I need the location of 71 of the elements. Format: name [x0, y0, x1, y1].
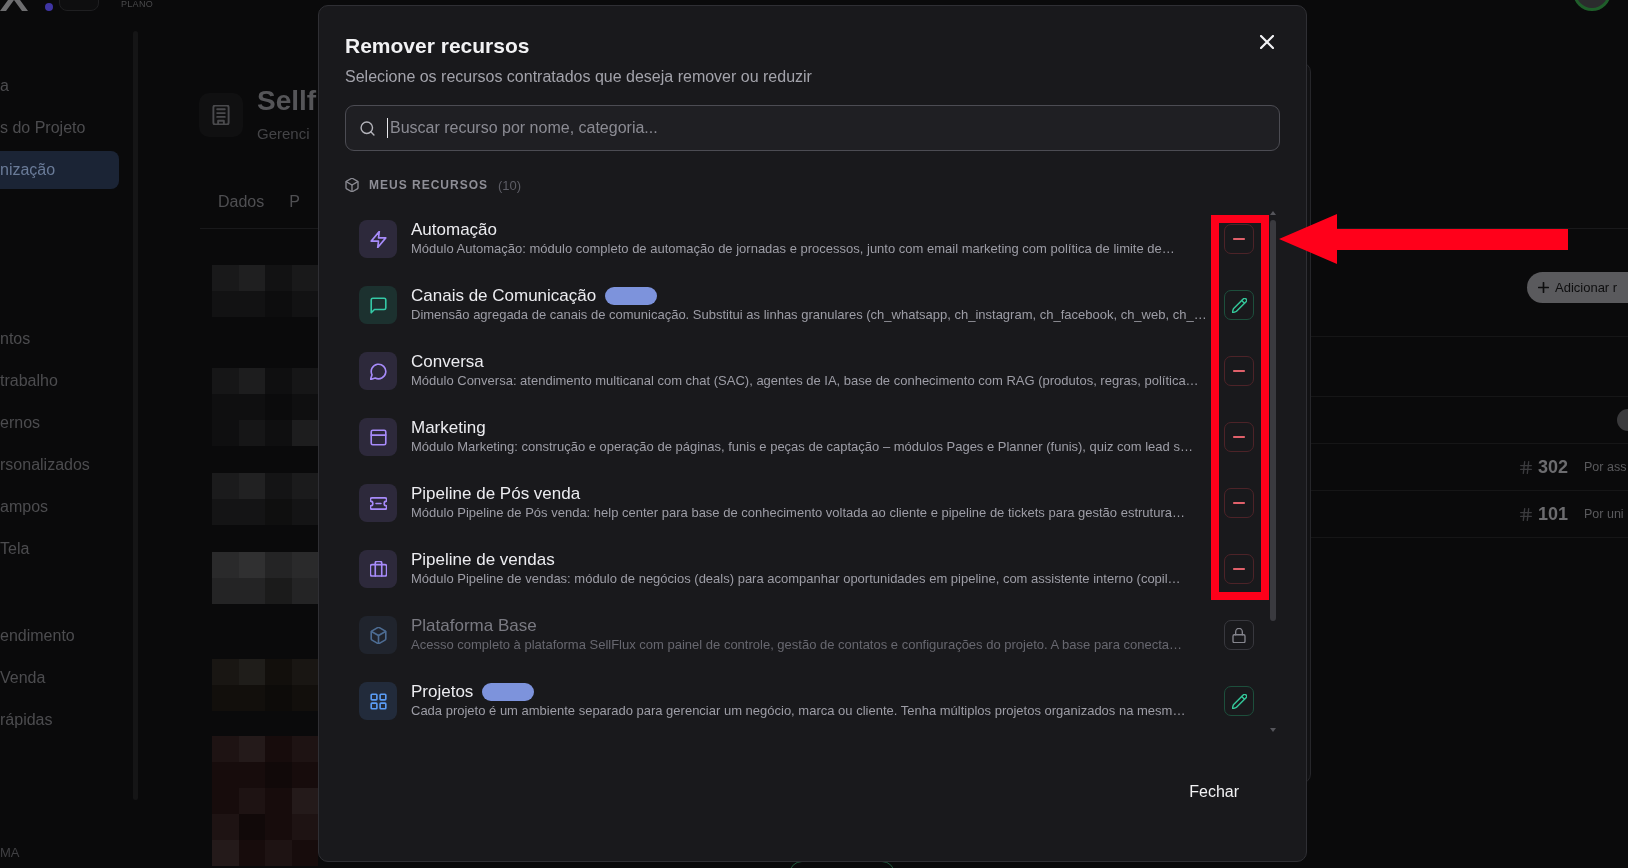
minus-icon — [1233, 436, 1245, 438]
sidebar-item[interactable]: ntos — [0, 320, 119, 358]
resource-description: Cada projeto é um ambiente separado para gerenciar um negócio, marca ou cliente. Tenha múltiplos projetos organizados na mesm… — [411, 702, 1187, 720]
count-value: 302 — [1537, 456, 1568, 478]
sidebar-item[interactable]: a — [0, 67, 119, 105]
dialog-subtitle: Selecione os recursos contratados que deseja remover ou reduzir — [345, 67, 813, 87]
tab[interactable]: Dados — [200, 182, 283, 228]
resource-name: Pipeline de Pós venda — [411, 484, 581, 504]
resource-name: Projetos — [411, 682, 474, 702]
resource-description: Módulo Pipeline de Pós venda: help center para base de conhecimento voltada ao cliente e pipeline de tickets para gestão estrutura… — [411, 504, 1186, 522]
sidebar-item[interactable]: s do Projeto — [0, 109, 119, 147]
row-label: Por ass — [1584, 460, 1627, 474]
pencil-icon — [1231, 297, 1247, 313]
tab[interactable]: P — [289, 182, 318, 228]
page-subtitle: Gerenci — [257, 124, 311, 144]
sidebar-item[interactable]: rápidas — [0, 701, 119, 739]
minus-icon — [1233, 370, 1245, 372]
edit-button[interactable] — [1224, 686, 1254, 716]
sidebar-item[interactable]: Tela — [0, 530, 119, 568]
close-text-button[interactable]: Fechar — [1173, 774, 1255, 810]
resource-description: Dimensão agregada de canais de comunicação. Substitui as linhas granulares (ch_whatsapp, ch_instagram, ch_facebook, ch_web, ch_… — [411, 306, 1208, 324]
sidebar-item[interactable]: ampos — [0, 488, 119, 526]
resource-description: Módulo Pipeline de vendas: módulo de negócios (deals) para acompanhar oportunidades em pipeline, com assistente interno (copil… — [411, 570, 1182, 588]
section-title: MEUS RECURSOS — [369, 178, 488, 192]
remove-button[interactable] — [1224, 224, 1254, 254]
add-button[interactable]: Adicionar r — [1527, 272, 1628, 303]
sidebar-item[interactable]: Venda — [0, 659, 119, 697]
resource-name: Marketing — [411, 418, 486, 438]
text-cursor — [387, 118, 388, 138]
minus-icon — [1233, 568, 1245, 570]
minus-icon — [1233, 238, 1245, 240]
minus-icon — [1233, 502, 1245, 504]
plan-label: PLANO — [121, 0, 153, 9]
pencil-icon — [1231, 693, 1247, 709]
resource-name: Automação — [411, 220, 497, 240]
remove-button[interactable] — [1224, 422, 1254, 452]
edit-button[interactable] — [1224, 290, 1254, 320]
dialog-title: Remover recursos — [345, 33, 530, 59]
section-count: (10) — [498, 177, 522, 193]
resource-description: Módulo Marketing: construção e operação de páginas, funis e peças de captação – módulos Pages e Planner (funis), quiz com lead s… — [411, 438, 1194, 456]
page-title: Sellf — [257, 85, 317, 117]
sidebar-item[interactable]: nização — [0, 151, 119, 189]
search-icon — [360, 120, 375, 136]
close-icon — [1260, 35, 1274, 49]
sidebar-footer-label: MA — [0, 845, 21, 861]
sidebar-item[interactable]: trabalho — [0, 362, 119, 400]
remove-button[interactable] — [1224, 488, 1254, 518]
sidebar-item[interactable]: ernos — [0, 404, 119, 442]
remove-button[interactable] — [1224, 554, 1254, 584]
search-field[interactable]: Buscar recurso por nome, categoria... — [345, 105, 1280, 151]
cube-icon — [345, 178, 359, 192]
resource-description: Módulo Conversa: atendimento multicanal com chat (SAC), agentes de IA, base de conhecimento com RAG (produtos, regras, política… — [411, 372, 1200, 390]
lock-icon — [1232, 627, 1246, 643]
resource-name: Pipeline de vendas — [411, 550, 555, 570]
hash-icon — [1519, 507, 1532, 521]
resource-description: Acesso completo à plataforma SellFlux com painel de controle, gestão de contatos e configurações do projeto. A base para conecta… — [411, 636, 1184, 654]
hash-icon — [1519, 460, 1532, 474]
scrollbar-thumb[interactable] — [1269, 220, 1276, 621]
remove-button[interactable] — [1224, 356, 1254, 386]
logo-icon — [0, 0, 54, 11]
row-label: Por uni — [1584, 507, 1624, 521]
resource-name: Conversa — [411, 352, 484, 372]
resource-name: Canais de Comunicação — [411, 286, 597, 306]
resource-description: Módulo Automação: módulo completo de automação de jornadas e processos, junto com email marketing com política de limite de… — [411, 240, 1176, 258]
document-icon — [199, 92, 243, 137]
count-value: 101 — [1537, 503, 1568, 525]
sidebar-item[interactable]: rsonalizados — [0, 446, 119, 484]
sidebar-item[interactable]: endimento — [0, 617, 119, 655]
plus-icon — [1538, 282, 1549, 293]
toggle-switch[interactable] — [1617, 409, 1628, 431]
resource-name: Plataforma Base — [411, 616, 537, 636]
